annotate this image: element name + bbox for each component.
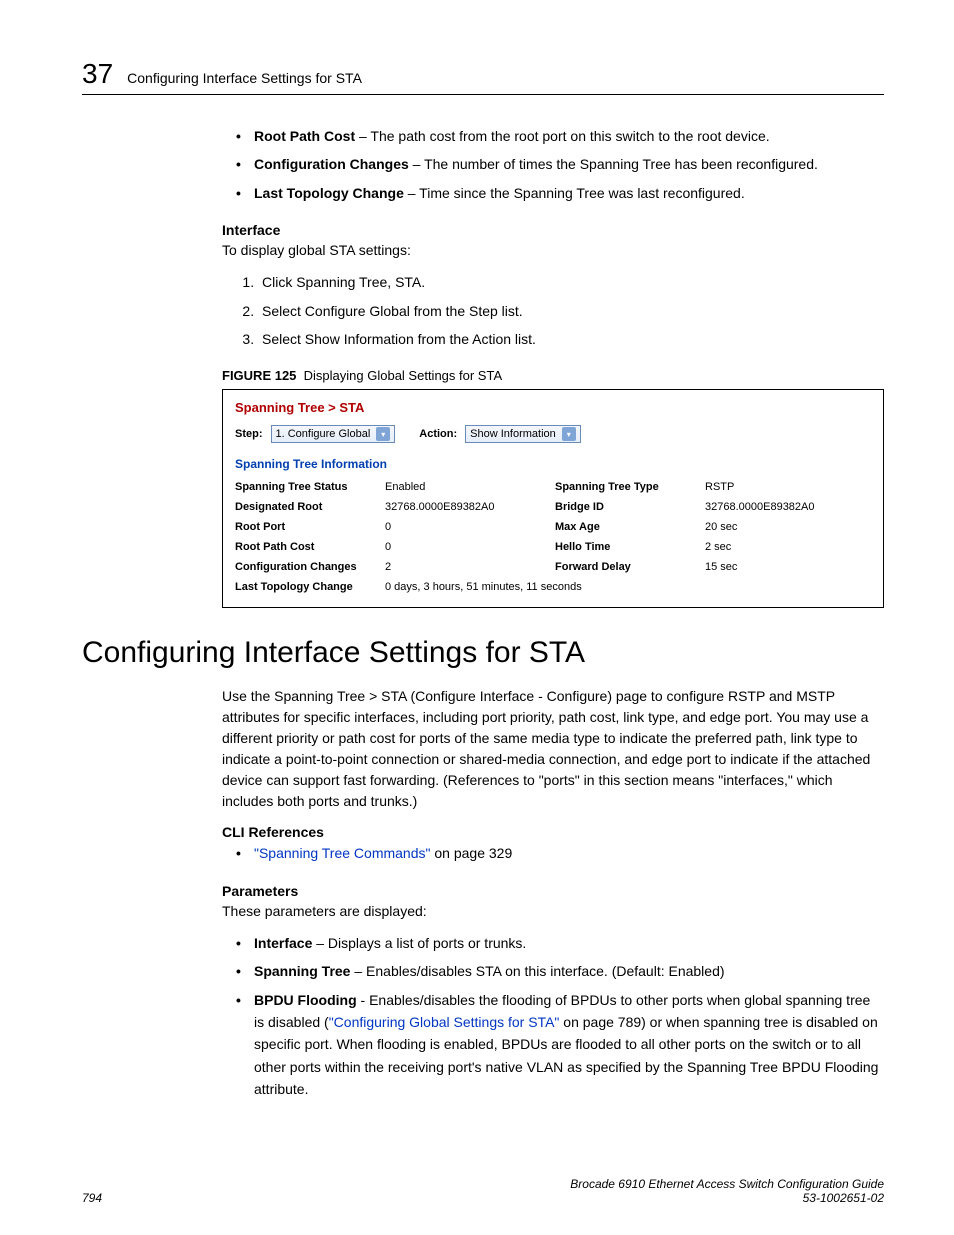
chapter-title: Configuring Interface Settings for STA (127, 70, 362, 86)
parameters-heading: Parameters (222, 883, 884, 899)
term-desc: – The path cost from the root port on th… (355, 128, 770, 144)
cli-references-heading: CLI References (222, 824, 884, 840)
term: Interface (254, 935, 312, 951)
grid-label: Root Port (235, 521, 375, 533)
figure-data-grid: Spanning Tree Status Enabled Spanning Tr… (235, 481, 871, 593)
step-list: Click Spanning Tree, STA. Select Configu… (222, 271, 884, 350)
term: Last Topology Change (254, 185, 404, 201)
action-label: Action: (419, 428, 457, 440)
figure-title: Displaying Global Settings for STA (304, 368, 502, 383)
grid-label: Max Age (555, 521, 695, 533)
list-item: Last Topology Change – Time since the Sp… (240, 182, 884, 204)
grid-value: 20 sec (705, 521, 855, 533)
list-item: BPDU Flooding - Enables/disables the flo… (240, 989, 884, 1101)
figure-screenshot: Spanning Tree > STA Step: 1. Configure G… (222, 389, 884, 608)
term-desc: – The number of times the Spanning Tree … (409, 156, 818, 172)
figure-controls: Step: 1. Configure Global ▾ Action: Show… (235, 425, 871, 443)
figure-section-title: Spanning Tree Information (235, 457, 871, 471)
term: Configuration Changes (254, 156, 409, 172)
grid-value: RSTP (705, 481, 855, 493)
list-item: Configuration Changes – The number of ti… (240, 153, 884, 175)
grid-value: 0 (385, 521, 545, 533)
grid-label: Bridge ID (555, 501, 695, 513)
param-link[interactable]: "Configuring Global Settings for STA" (329, 1014, 560, 1030)
step-select-value: 1. Configure Global (276, 428, 371, 440)
chapter-number: 37 (82, 58, 113, 90)
grid-value: 0 days, 3 hours, 51 minutes, 11 seconds (385, 581, 855, 593)
term-desc: – Time since the Spanning Tree was last … (404, 185, 745, 201)
grid-value: 0 (385, 541, 545, 553)
list-item: Interface – Displays a list of ports or … (240, 932, 884, 954)
grid-label: Forward Delay (555, 561, 695, 573)
step-item: Select Configure Global from the Step li… (258, 300, 884, 322)
grid-value: 2 (385, 561, 545, 573)
doc-number: 53-1002651-02 (803, 1191, 884, 1205)
grid-label: Configuration Changes (235, 561, 375, 573)
step-item: Select Show Information from the Action … (258, 328, 884, 350)
cli-reference-rest: on page 329 (430, 845, 512, 861)
figure-caption: FIGURE 125 Displaying Global Settings fo… (222, 368, 884, 383)
interface-intro: To display global STA settings: (222, 240, 884, 261)
action-select-value: Show Information (470, 428, 556, 440)
figure-breadcrumb: Spanning Tree > STA (235, 400, 871, 415)
grid-label: Spanning Tree Type (555, 481, 695, 493)
grid-label: Hello Time (555, 541, 695, 553)
step-label: Step: (235, 428, 263, 440)
parameters-intro: These parameters are displayed: (222, 901, 884, 922)
cli-reference-list: "Spanning Tree Commands" on page 329 (222, 842, 884, 864)
term: Root Path Cost (254, 128, 355, 144)
grid-value: Enabled (385, 481, 545, 493)
grid-value: 15 sec (705, 561, 855, 573)
book-title: Brocade 6910 Ethernet Access Switch Conf… (570, 1177, 884, 1191)
step-item: Click Spanning Tree, STA. (258, 271, 884, 293)
step-select[interactable]: 1. Configure Global ▾ (271, 425, 396, 443)
grid-value: 32768.0000E89382A0 (705, 501, 855, 513)
chevron-down-icon: ▾ (562, 427, 576, 441)
grid-value: 32768.0000E89382A0 (385, 501, 545, 513)
list-item: Root Path Cost – The path cost from the … (240, 125, 884, 147)
parameter-list: Interface – Displays a list of ports or … (222, 932, 884, 1101)
page-number: 794 (82, 1191, 102, 1205)
page-header: 37 Configuring Interface Settings for ST… (82, 58, 884, 95)
grid-value: 2 sec (705, 541, 855, 553)
term-desc: – Displays a list of ports or trunks. (312, 935, 526, 951)
grid-label: Spanning Tree Status (235, 481, 375, 493)
section-intro: Use the Spanning Tree > STA (Configure I… (222, 686, 884, 812)
section-heading: Configuring Interface Settings for STA (82, 636, 884, 670)
term: Spanning Tree (254, 963, 350, 979)
definition-list: Root Path Cost – The path cost from the … (222, 125, 884, 204)
grid-label: Last Topology Change (235, 581, 375, 593)
list-item: "Spanning Tree Commands" on page 329 (240, 842, 884, 864)
figure-label: FIGURE 125 (222, 368, 296, 383)
interface-heading: Interface (222, 222, 884, 238)
chevron-down-icon: ▾ (376, 427, 390, 441)
term-desc: – Enables/disables STA on this interface… (350, 963, 724, 979)
grid-label: Designated Root (235, 501, 375, 513)
cli-reference-link[interactable]: "Spanning Tree Commands" (254, 845, 430, 861)
term: BPDU Flooding (254, 992, 357, 1008)
grid-label: Root Path Cost (235, 541, 375, 553)
list-item: Spanning Tree – Enables/disables STA on … (240, 960, 884, 982)
action-select[interactable]: Show Information ▾ (465, 425, 581, 443)
page-footer: 794 Brocade 6910 Ethernet Access Switch … (82, 1177, 884, 1205)
